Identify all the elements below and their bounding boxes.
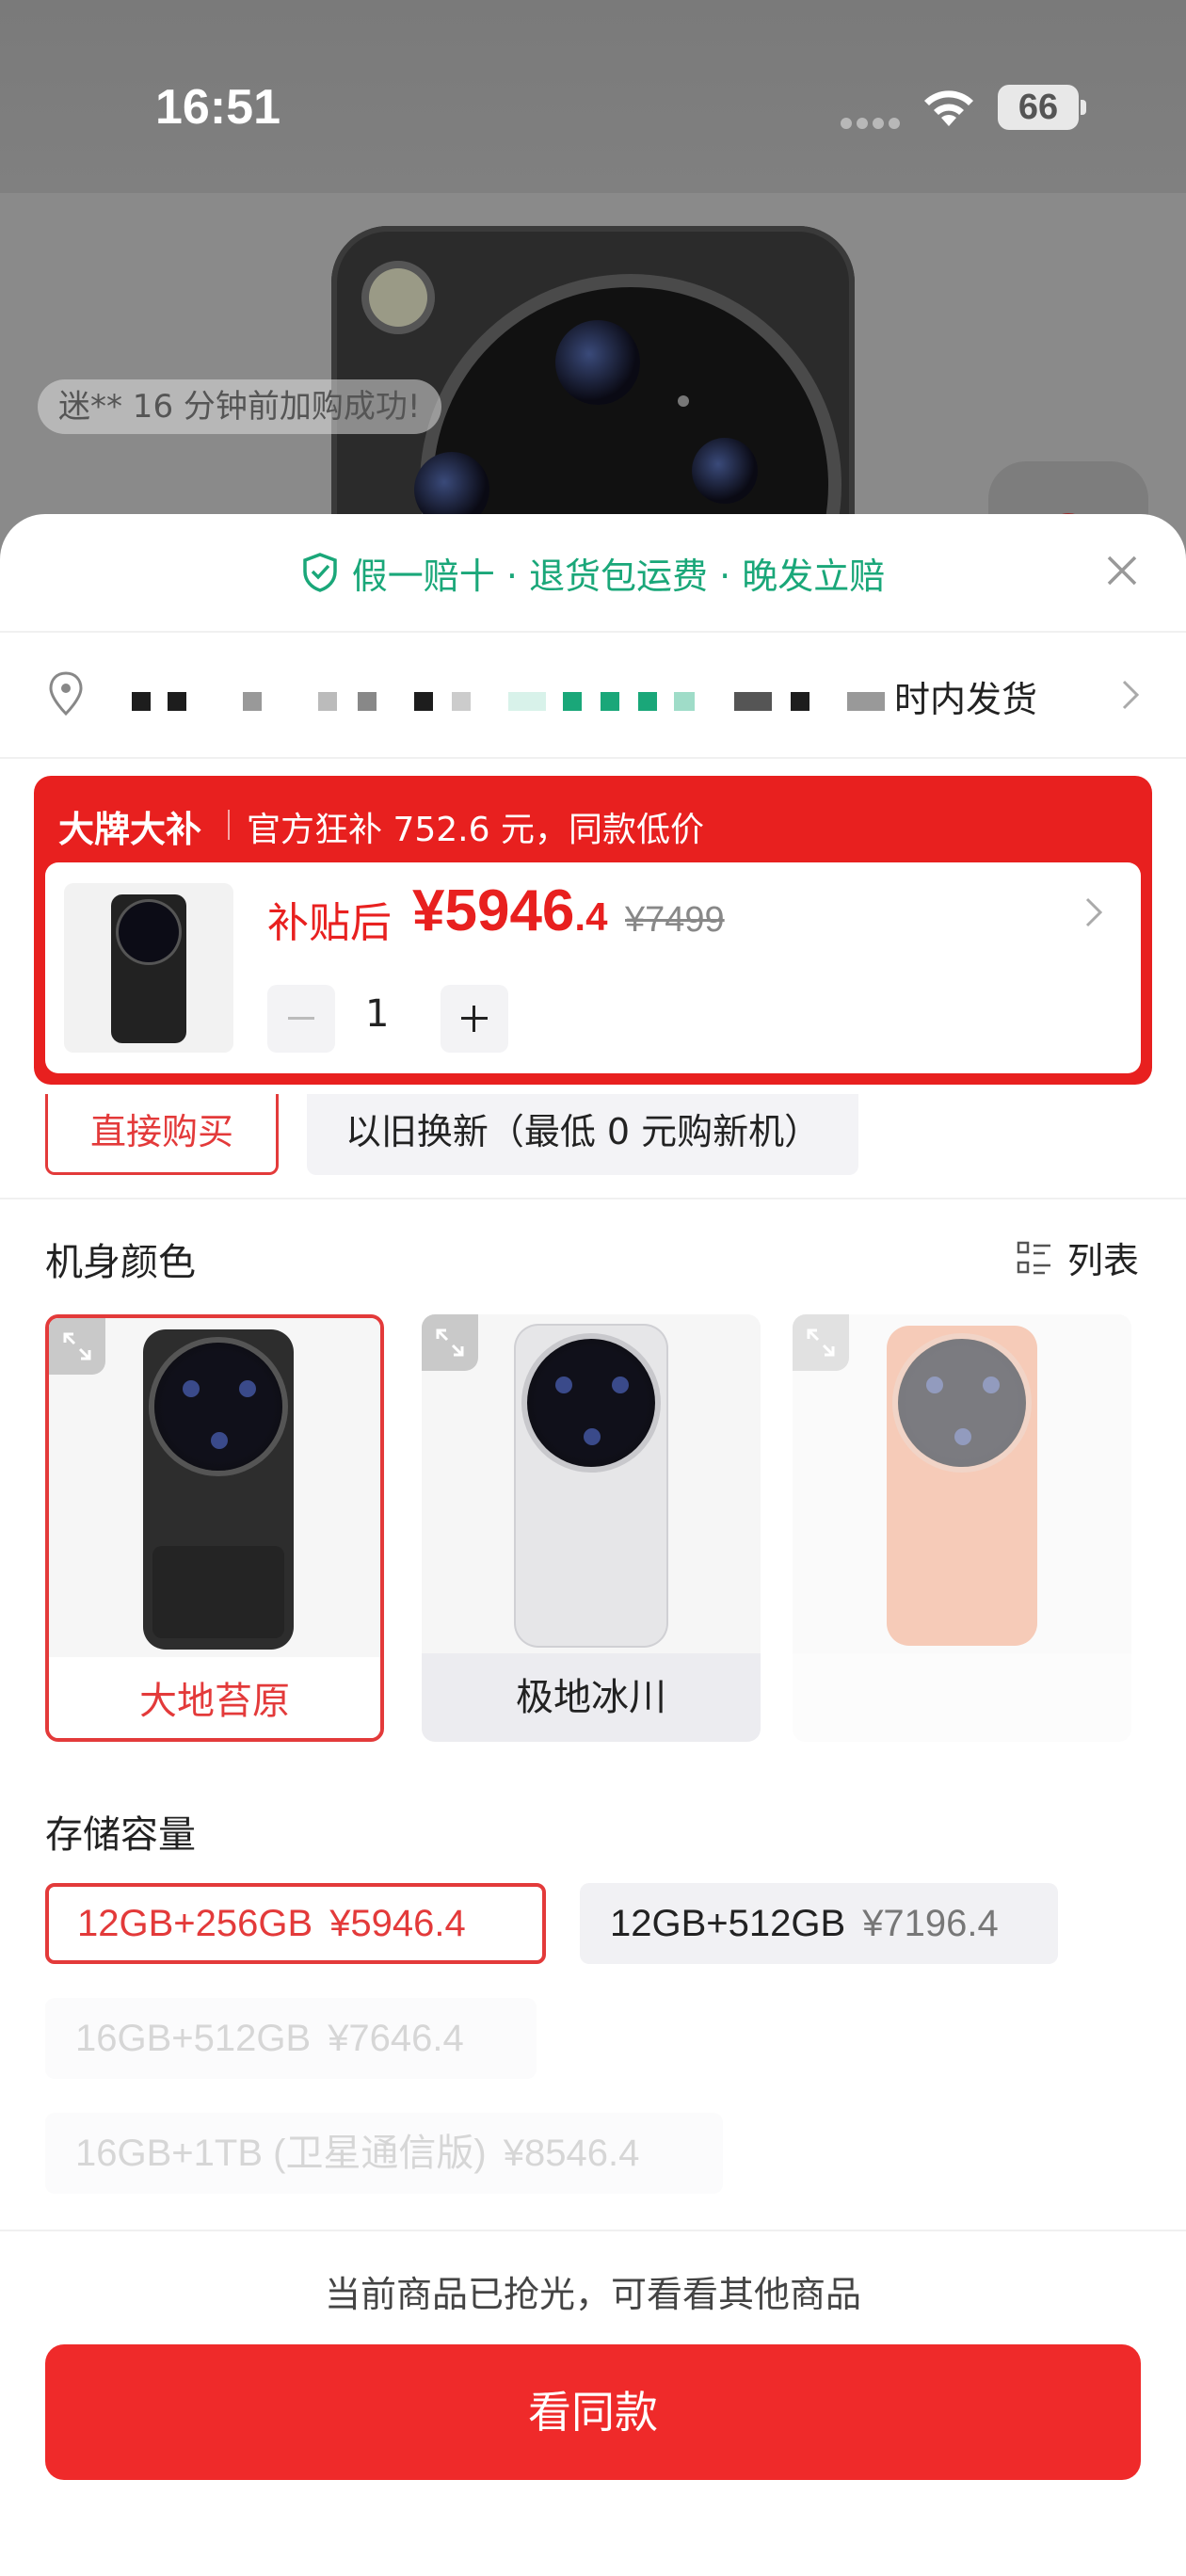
shipping-estimate: 时内发货 — [894, 679, 1038, 720]
chevron-right-icon — [1085, 897, 1103, 927]
color-option-label — [793, 1653, 1131, 1742]
expand-image-button[interactable] — [422, 1314, 478, 1371]
color-option-glacier[interactable]: 极地冰川 — [422, 1314, 761, 1742]
lens-image — [555, 320, 640, 405]
color-section-title: 机身颜色 — [45, 1241, 196, 1284]
expand-icon — [63, 1332, 91, 1360]
status-time: 16:51 — [155, 80, 280, 135]
color-option-tundra[interactable]: 大地苔原 — [45, 1314, 384, 1742]
delivery-address-row[interactable]: 时内发货 — [0, 633, 1186, 755]
divider — [0, 757, 1186, 759]
shield-check-icon — [303, 553, 337, 592]
subsidy-promo-card: 大牌大补 官方狂补 752.6 元，同款低价 补贴后 ¥5946.4 ¥7499… — [34, 776, 1152, 1085]
promo-separator — [228, 810, 230, 840]
purchase-toast: 迷** 16 分钟前加购成功! — [38, 379, 441, 434]
color-option-label: 大地苔原 — [49, 1657, 380, 1738]
storage-option-16-1tb: 16GB+1TB (卫星通信版) ¥8546.4 — [45, 2113, 723, 2194]
sku-selection-sheet: 假一赔十 · 退货包运费 · 晚发立赔 时内发货 大牌大补 官方狂补 752.6… — [0, 514, 1186, 2576]
buy-direct-option[interactable]: 直接购买 — [45, 1094, 279, 1175]
signal-dots-icon — [841, 115, 905, 133]
color-option-label: 极地冰川 — [422, 1653, 761, 1742]
quantity-decrease-button[interactable] — [267, 985, 335, 1053]
storage-option-16-512: 16GB+512GB ¥7646.4 — [45, 1998, 537, 2079]
divider — [0, 2230, 1186, 2231]
quantity-increase-button[interactable] — [441, 985, 508, 1053]
wifi-icon — [924, 90, 973, 126]
storage-spec: 16GB+512GB — [75, 2018, 312, 2059]
expand-image-button[interactable] — [793, 1314, 849, 1371]
expand-image-button[interactable] — [49, 1318, 105, 1375]
expand-icon — [436, 1328, 464, 1357]
close-icon[interactable] — [1103, 552, 1141, 589]
divider — [0, 1198, 1186, 1199]
storage-spec: 12GB+256GB — [77, 1903, 313, 1944]
storage-option-12-512[interactable]: 12GB+512GB ¥7196.4 — [580, 1883, 1058, 1964]
view-similar-button[interactable]: 看同款 — [45, 2344, 1141, 2480]
list-icon — [1017, 1241, 1050, 1274]
original-price: ¥7499 — [625, 900, 725, 940]
quantity-value: 1 — [365, 992, 390, 1036]
color-option-orange[interactable] — [793, 1314, 1131, 1742]
chevron-right-icon — [1122, 680, 1140, 710]
lens-image — [692, 438, 758, 504]
list-view-label: 列表 — [1066, 1240, 1139, 1281]
storage-price: ¥8546.4 — [503, 2133, 640, 2174]
product-thumbnail — [64, 883, 233, 1053]
storage-section-title: 存储容量 — [45, 1813, 196, 1857]
list-view-toggle[interactable]: 列表 — [1017, 1232, 1139, 1283]
sensor-dot — [678, 395, 689, 407]
promo-product-summary[interactable]: 补贴后 ¥5946.4 ¥7499 1 — [45, 862, 1141, 1073]
flash-image — [369, 268, 427, 327]
after-subsidy-label: 补贴后 — [267, 899, 392, 947]
subsidized-price: ¥5946.4 — [412, 877, 607, 944]
promo-subsidy-text: 官方狂补 752.6 元，同款低价 — [247, 811, 704, 849]
promo-brand-label: 大牌大补 — [58, 809, 202, 850]
guarantee-banner: 假一赔十 · 退货包运费 · 晚发立赔 — [0, 514, 1186, 631]
storage-spec: 16GB+1TB (卫星通信版) — [75, 2133, 487, 2174]
location-pin-icon — [49, 671, 83, 716]
storage-price: ¥7196.4 — [862, 1903, 999, 1944]
storage-option-12-256[interactable]: 12GB+256GB ¥5946.4 — [45, 1883, 546, 1964]
guarantee-text: 假一赔十 · 退货包运费 · 晚发立赔 — [351, 555, 886, 597]
battery-level: 66 — [998, 85, 1079, 130]
battery-icon: 66 — [998, 85, 1086, 130]
sold-out-notice: 当前商品已抢光，可看看其他商品 — [324, 2274, 861, 2315]
storage-price: ¥5946.4 — [329, 1903, 466, 1944]
price-decimal: .4 — [574, 894, 608, 939]
price-main: ¥5946 — [412, 878, 575, 943]
expand-icon — [807, 1328, 835, 1357]
storage-spec: 12GB+512GB — [610, 1903, 846, 1944]
storage-price: ¥7646.4 — [328, 2018, 464, 2059]
trade-in-option[interactable]: 以旧换新（最低 0 元购新机） — [307, 1094, 858, 1175]
